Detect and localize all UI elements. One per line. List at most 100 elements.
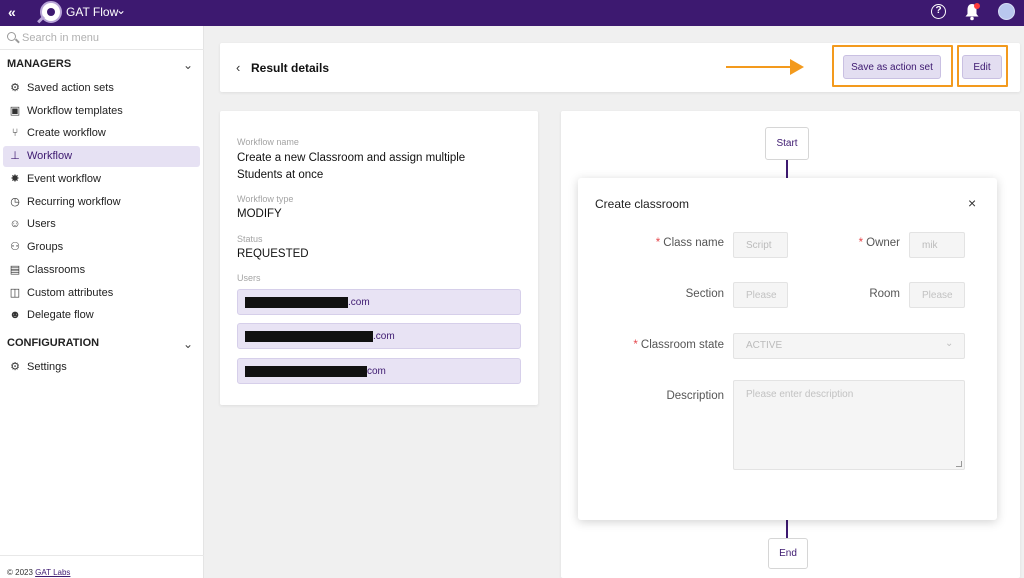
- branch-icon: ⑂: [11, 127, 19, 139]
- app-name[interactable]: GAT Flow: [66, 5, 118, 19]
- clock-icon: ◷: [10, 196, 20, 208]
- sidebar-item-label: Users: [27, 218, 56, 230]
- result-header: ‹ Result details Save as action set Edit: [220, 43, 1020, 92]
- app-switcher-chevron-icon[interactable]: ⌄: [116, 3, 126, 17]
- classroom-icon: ▤: [9, 264, 21, 276]
- sidebar-item-groups[interactable]: ⚇ Groups: [3, 237, 200, 258]
- help-icon[interactable]: ?: [931, 4, 946, 19]
- sidebar-item-label: Settings: [27, 361, 67, 373]
- configuration-section-header[interactable]: CONFIGURATION ⌄: [7, 337, 193, 353]
- close-icon[interactable]: ×: [968, 195, 976, 211]
- sidebar-item-users[interactable]: ☺ Users: [3, 214, 200, 235]
- configuration-title: CONFIGURATION: [7, 337, 100, 349]
- gear-icon: ⚙: [10, 361, 20, 373]
- chevron-down-icon[interactable]: ⌄: [183, 58, 193, 72]
- sidebar-item-label: Groups: [27, 241, 64, 253]
- copyright-text: © 2023: [7, 568, 36, 577]
- gear-list-icon: ⚙: [10, 82, 20, 94]
- room-label: Room: [869, 288, 900, 300]
- user-email-domain: com: [367, 366, 386, 377]
- user-chip: com: [237, 358, 521, 384]
- sidebar-item-label: Event workflow: [27, 173, 101, 185]
- annotation-arrow-icon: [790, 59, 804, 75]
- redacted-email: [245, 297, 348, 308]
- sidebar-item-workflow-templates[interactable]: ▣ Workflow templates: [3, 101, 200, 122]
- delegate-icon: ☻: [9, 309, 21, 321]
- sidebar-item-event-workflow[interactable]: ✸ Event workflow: [3, 169, 200, 190]
- sidebar-item-saved-action-sets[interactable]: ⚙ Saved action sets: [3, 78, 200, 99]
- flow-end-node[interactable]: End: [768, 538, 808, 569]
- workflow-name-label: Workflow name: [237, 137, 299, 147]
- classroom-state-select[interactable]: ACTIVE: [733, 333, 965, 359]
- workflow-type-value: MODIFY: [237, 208, 282, 220]
- status-value: REQUESTED: [237, 248, 309, 260]
- section-input[interactable]: [733, 282, 788, 308]
- search-menu-input[interactable]: [22, 30, 198, 46]
- user-chip: .com: [237, 289, 521, 315]
- user-search-icon: ☺: [9, 218, 21, 230]
- page-title: Result details: [251, 61, 330, 75]
- sidebar-search: [0, 26, 204, 50]
- user-chip: .com: [237, 323, 521, 349]
- sidebar-item-custom-attributes[interactable]: ◫ Custom attributes: [3, 283, 200, 304]
- sidebar-item-label: Saved action sets: [27, 82, 114, 94]
- managers-section-header[interactable]: MANAGERS ⌄: [7, 58, 193, 74]
- room-input[interactable]: [909, 282, 965, 308]
- chevron-down-icon[interactable]: ⌄: [945, 338, 953, 349]
- user-email-domain: .com: [373, 331, 395, 342]
- sidebar-item-label: Delegate flow: [27, 309, 94, 321]
- event-icon: ✸: [10, 173, 20, 185]
- save-as-action-set-button[interactable]: Save as action set: [843, 55, 941, 79]
- notification-badge: [974, 3, 980, 9]
- classroom-state-label: * Classroom state: [633, 339, 724, 351]
- flow-start-node[interactable]: Start: [765, 127, 809, 160]
- sidebar-item-label: Recurring workflow: [27, 196, 121, 208]
- sidebar-item-classrooms[interactable]: ▤ Classrooms: [3, 260, 200, 281]
- flow-connector-bottom: [786, 520, 788, 538]
- chevron-down-icon[interactable]: ⌄: [183, 337, 193, 351]
- dialog-title: Create classroom: [595, 197, 690, 211]
- sidebar-item-recurring-workflow[interactable]: ◷ Recurring workflow: [3, 192, 200, 213]
- resize-handle-icon[interactable]: [956, 461, 962, 467]
- description-label: Description: [666, 390, 724, 402]
- user-avatar[interactable]: [998, 3, 1015, 20]
- search-icon: [7, 32, 16, 41]
- top-bar: « GAT Flow ⌄ ?: [0, 0, 1024, 26]
- create-classroom-dialog: Create classroom × *Class name *Owner Se…: [578, 178, 997, 520]
- sidebar-item-settings[interactable]: ⚙ Settings: [3, 357, 200, 378]
- class-name-input[interactable]: [733, 232, 788, 258]
- back-chevron-icon[interactable]: ‹: [236, 60, 240, 75]
- attributes-icon: ◫: [9, 287, 21, 299]
- sidebar-item-workflow[interactable]: ⊥ Workflow: [3, 146, 200, 167]
- status-label: Status: [237, 234, 263, 244]
- collapse-sidebar-icon[interactable]: «: [8, 3, 16, 21]
- sidebar-item-label: Create workflow: [27, 127, 106, 139]
- sidebar-item-delegate-flow[interactable]: ☻ Delegate flow: [3, 305, 200, 326]
- sidebar-item-label: Workflow templates: [27, 105, 123, 117]
- template-icon: ▣: [9, 105, 21, 117]
- user-email-domain: .com: [348, 297, 370, 308]
- annotation-arrow-shaft: [726, 66, 792, 68]
- group-icon: ⚇: [10, 241, 20, 253]
- description-textarea[interactable]: [733, 380, 965, 470]
- hierarchy-icon: ⊥: [10, 150, 20, 162]
- edit-button[interactable]: Edit: [962, 55, 1002, 79]
- sidebar-footer: © 2023 GAT Labs: [0, 555, 204, 578]
- owner-input[interactable]: [909, 232, 965, 258]
- sidebar: MANAGERS ⌄ ⚙ Saved action sets ▣ Workflo…: [0, 26, 204, 578]
- sidebar-item-label: Custom attributes: [27, 287, 114, 299]
- managers-title: MANAGERS: [7, 58, 72, 70]
- workflow-name-line2: Students at once: [237, 169, 324, 181]
- class-name-label: * Class name: [655, 237, 724, 249]
- section-label: Section: [685, 288, 724, 300]
- flow-connector-top: [786, 160, 788, 178]
- sidebar-item-label: Workflow: [27, 150, 73, 162]
- sidebar-item-create-workflow[interactable]: ⑂ Create workflow: [3, 123, 200, 144]
- workflow-details-card: Workflow name Create a new Classroom and…: [220, 111, 538, 405]
- redacted-email: [245, 331, 373, 342]
- redacted-email: [245, 366, 367, 377]
- gat-labs-link[interactable]: GAT Labs: [35, 568, 70, 577]
- sidebar-item-label: Classrooms: [27, 264, 86, 276]
- users-label: Users: [237, 273, 261, 283]
- workflow-name-line1: Create a new Classroom and assign multip…: [237, 152, 466, 164]
